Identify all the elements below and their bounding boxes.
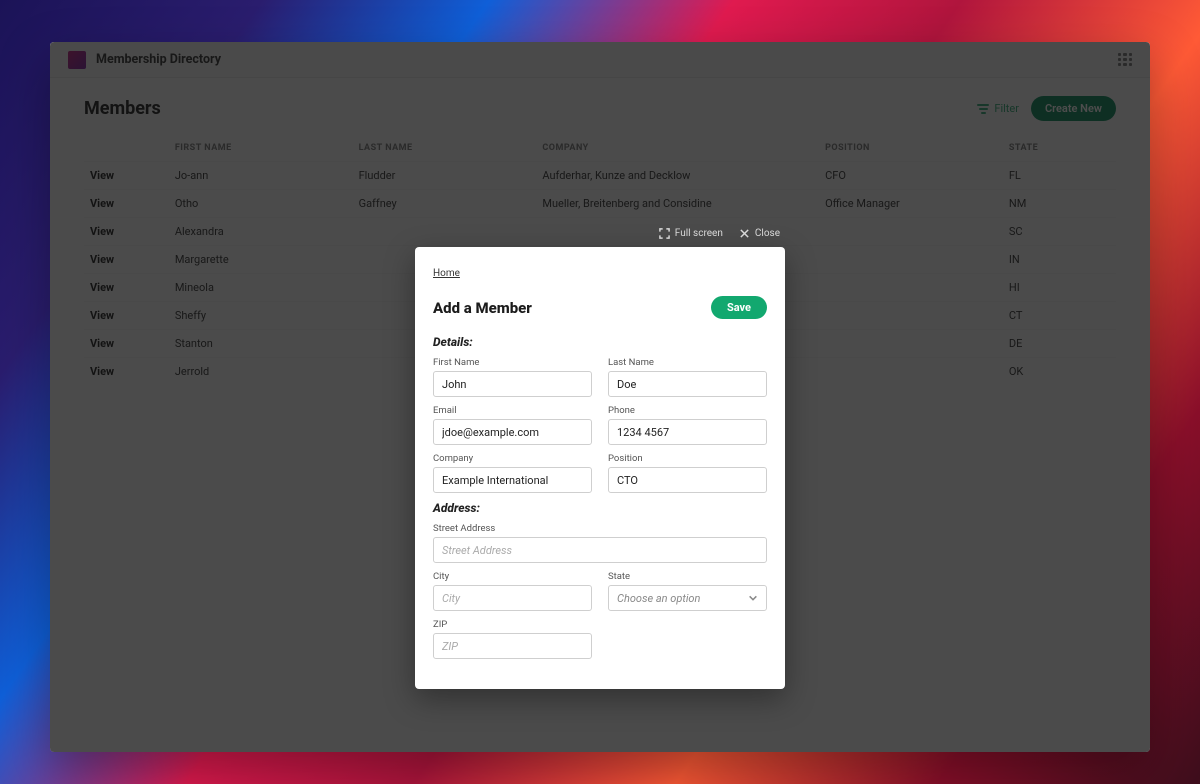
state-select-value: Choose an option [617, 592, 700, 605]
add-member-modal: Home Add a Member Save Details: First Na… [415, 247, 785, 689]
label-city: City [433, 571, 592, 582]
label-state: State [608, 571, 767, 582]
city-input[interactable] [433, 585, 592, 611]
state-select[interactable]: Choose an option [608, 585, 767, 611]
last-name-input[interactable] [608, 371, 767, 397]
label-phone: Phone [608, 405, 767, 416]
label-street: Street Address [433, 523, 767, 534]
phone-input[interactable] [608, 419, 767, 445]
close-icon [739, 228, 750, 239]
email-input[interactable] [433, 419, 592, 445]
label-position: Position [608, 453, 767, 464]
position-input[interactable] [608, 467, 767, 493]
fullscreen-button[interactable]: Full screen [659, 228, 723, 239]
fullscreen-label: Full screen [675, 228, 723, 239]
chevron-down-icon [748, 593, 758, 603]
save-button[interactable]: Save [711, 296, 767, 319]
close-button[interactable]: Close [739, 228, 780, 239]
close-label: Close [755, 228, 780, 239]
label-zip: ZIP [433, 619, 592, 630]
street-input[interactable] [433, 537, 767, 563]
modal-toolbar: Full screen Close [659, 228, 780, 239]
label-first-name: First Name [433, 357, 592, 368]
modal-header: Add a Member Save [433, 296, 767, 319]
first-name-input[interactable] [433, 371, 592, 397]
section-details: Details: [433, 335, 767, 349]
label-company: Company [433, 453, 592, 464]
modal-title: Add a Member [433, 299, 532, 317]
fullscreen-icon [659, 228, 670, 239]
label-email: Email [433, 405, 592, 416]
breadcrumb-home[interactable]: Home [433, 268, 460, 279]
label-last-name: Last Name [608, 357, 767, 368]
zip-input[interactable] [433, 633, 592, 659]
app-window: Membership Directory Members Filter Crea… [50, 42, 1150, 752]
section-address: Address: [433, 501, 767, 515]
company-input[interactable] [433, 467, 592, 493]
